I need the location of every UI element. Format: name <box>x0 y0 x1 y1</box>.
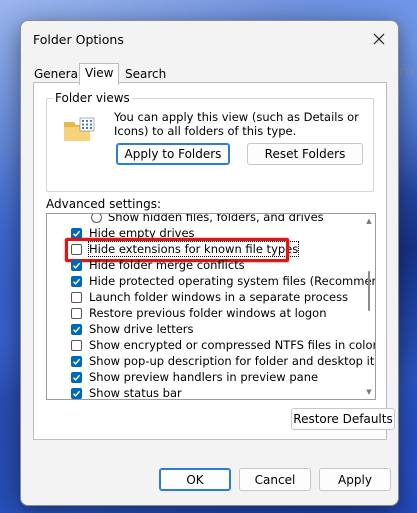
radio-button[interactable] <box>91 214 102 223</box>
list-item[interactable]: Hide protected operating system files (R… <box>47 273 375 289</box>
dialog-footer: OK Cancel Apply <box>21 443 398 505</box>
list-item[interactable]: Show hidden files, folders, and drives <box>47 213 361 225</box>
title-bar[interactable]: Folder Options <box>21 21 398 57</box>
list-item-label: Show hidden files, folders, and drives <box>108 213 324 224</box>
list-item[interactable]: Launch folder windows in a separate proc… <box>47 289 361 305</box>
advanced-settings-list[interactable]: Show hidden files, folders, and drives H… <box>46 213 376 400</box>
checkbox[interactable] <box>71 227 82 239</box>
list-item-label: Show encrypted or compressed NTFS files … <box>89 338 376 352</box>
list-scrollbar[interactable]: ▲ ▼ <box>363 214 375 399</box>
list-item[interactable]: Hide folder merge conflicts <box>47 257 361 273</box>
list-item-label: Show drive letters <box>89 322 194 336</box>
checkmark-icon <box>73 326 81 333</box>
folder-views-label: Folder views <box>53 91 132 105</box>
list-item-label: Launch folder windows in a separate proc… <box>89 290 349 304</box>
list-item-label: Show pop-up description for folder and d… <box>89 354 376 368</box>
scroll-thumb[interactable] <box>368 271 370 311</box>
checkbox[interactable] <box>71 275 82 287</box>
cancel-button[interactable]: Cancel <box>239 468 311 491</box>
checkbox[interactable] <box>71 371 82 383</box>
close-button[interactable] <box>366 27 392 51</box>
checkmark-icon <box>73 390 81 397</box>
list-item-label: Hide protected operating system files (R… <box>89 274 376 288</box>
folder-options-dialog: Folder Options General View Search Folde… <box>20 20 399 506</box>
view-tab-panel: Folder views You can apply this view (su… <box>33 82 395 440</box>
checkbox[interactable] <box>71 323 82 335</box>
checkmark-icon <box>73 262 81 269</box>
tab-general[interactable]: General <box>29 66 86 83</box>
checkmark-icon <box>73 358 81 365</box>
checkmark-icon <box>73 230 81 237</box>
checkmark-icon <box>73 374 81 381</box>
list-item[interactable]: Show pop-up description for folder and d… <box>47 353 375 369</box>
checkbox[interactable] <box>71 307 82 319</box>
list-item[interactable]: Hide extensions for known file types <box>47 238 361 262</box>
checkbox[interactable] <box>71 339 82 351</box>
reset-folders-button[interactable]: Reset Folders <box>247 143 363 165</box>
list-item[interactable]: Show status bar <box>47 385 361 400</box>
list-item-label: Show preview handlers in preview pane <box>89 370 319 384</box>
folder-views-description: You can apply this view (such as Details… <box>114 110 359 138</box>
advanced-settings-label: Advanced settings: <box>46 197 161 211</box>
checkbox[interactable] <box>71 355 82 367</box>
list-item[interactable]: Show preview handlers in preview pane <box>47 369 361 385</box>
checkbox[interactable] <box>71 243 82 255</box>
checkbox[interactable] <box>71 387 82 399</box>
list-item-label: Hide empty drives <box>89 226 195 240</box>
list-item-label: Hide extensions for known file types <box>87 241 300 257</box>
folder-views-group: Folder views You can apply this view (su… <box>46 91 374 192</box>
checkmark-icon <box>73 278 81 285</box>
tab-search[interactable]: Search <box>120 66 171 83</box>
folder-icon <box>64 117 95 141</box>
window-title: Folder Options <box>33 32 124 47</box>
close-icon <box>373 33 385 45</box>
list-item[interactable]: Hide empty drives <box>47 225 361 241</box>
tab-view[interactable]: View <box>79 63 120 85</box>
list-item-label: Show status bar <box>89 386 182 400</box>
apply-to-folders-button[interactable]: Apply to Folders <box>116 143 230 165</box>
restore-defaults-button[interactable]: Restore Defaults <box>291 408 395 430</box>
list-item-label: Restore previous folder windows at logon <box>89 306 327 320</box>
list-item-label: Hide folder merge conflicts <box>89 258 245 272</box>
checkbox[interactable] <box>71 259 82 271</box>
list-item[interactable]: Show encrypted or compressed NTFS files … <box>47 337 375 353</box>
settings-list-items: Show hidden files, folders, and drives H… <box>47 213 375 400</box>
scroll-up-icon[interactable]: ▲ <box>365 217 373 225</box>
scroll-down-icon[interactable]: ▼ <box>365 388 373 396</box>
apply-button[interactable]: Apply <box>319 468 391 491</box>
ok-button[interactable]: OK <box>159 468 231 491</box>
checkbox[interactable] <box>71 291 82 303</box>
list-item[interactable]: Restore previous folder windows at logon <box>47 305 361 321</box>
list-item[interactable]: Show drive letters <box>47 321 361 337</box>
